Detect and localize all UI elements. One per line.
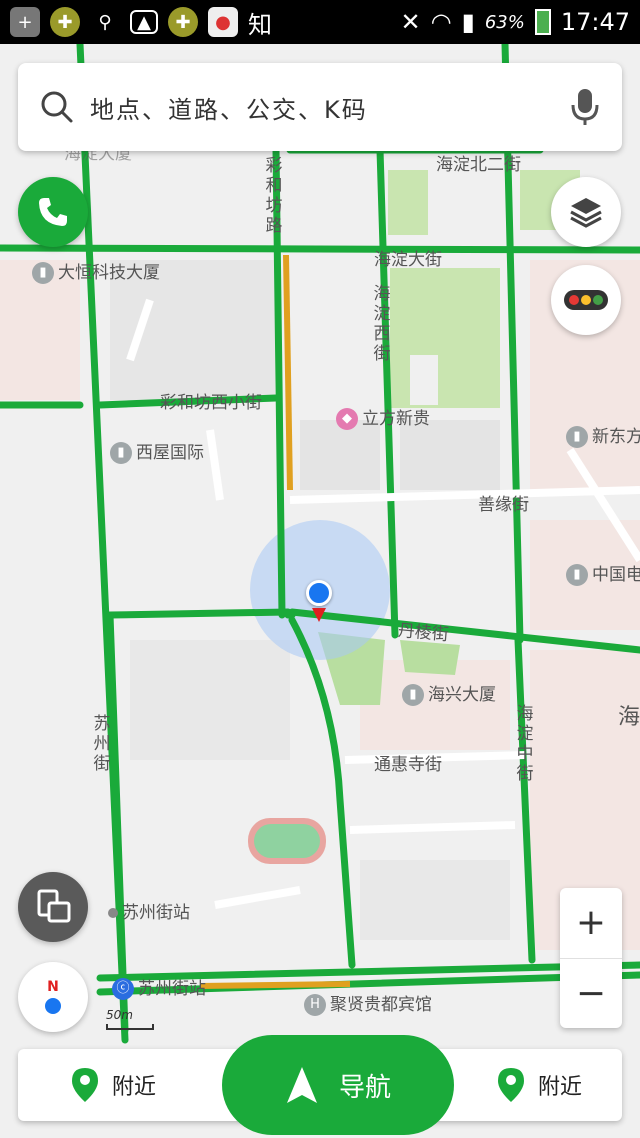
poi-label[interactable]: ◆ 立方新贵	[336, 404, 430, 430]
switch-view-button[interactable]	[18, 872, 88, 942]
mute-icon: ✕	[400, 8, 421, 36]
street-label: 海淀西街	[373, 284, 391, 364]
bottom-bar: 附近 导航 附近	[18, 1035, 622, 1135]
subway-label[interactable]: ⓒ 苏州街站	[112, 974, 206, 1000]
location-pin-icon	[498, 1068, 524, 1102]
clock: 17:47	[560, 8, 630, 36]
battery-percent: 63%	[484, 11, 525, 33]
street-label: 彩和坊西小街	[160, 393, 262, 413]
poi-name: 海兴大厦	[428, 685, 496, 705]
status-bar: + ✚ ⚲ ▲ ✚ ● 知 ✕ ◠ ▮ 63% 17:47	[0, 0, 640, 44]
compass-button[interactable]: N	[18, 962, 88, 1032]
street-label: 海淀中街	[516, 704, 534, 784]
navigation-arrow-icon	[286, 1067, 317, 1103]
phone-button[interactable]	[18, 177, 88, 247]
signal-icon: ▮	[461, 8, 475, 36]
baidu-map-icon: ●	[208, 7, 238, 37]
phone-icon	[39, 198, 67, 226]
poi-name: 新东方	[592, 427, 640, 447]
building-icon: ▮	[32, 262, 54, 284]
building-icon: ▮	[566, 564, 588, 586]
street-label: 丹棱街	[397, 620, 450, 646]
heading-arrow-icon	[312, 608, 326, 622]
poi-label[interactable]: ▮ 大恒科技大厦	[32, 258, 160, 284]
subway-icon: ⓒ	[112, 978, 134, 1000]
scale-label: 50m	[106, 1008, 133, 1022]
poi-name: 苏州街站	[138, 979, 206, 999]
hotel-icon: H	[304, 994, 326, 1016]
poi-label[interactable]: 苏州街站	[108, 898, 190, 923]
search-placeholder: 地点、道路、公交、K码	[90, 95, 368, 124]
switch-view-icon	[37, 889, 71, 923]
clover-icon: ✚	[50, 7, 80, 37]
building-icon: ▮	[566, 426, 588, 448]
usb-icon: ⚲	[98, 11, 112, 33]
poi-name: 大恒科技大厦	[58, 263, 160, 283]
poi-name: 立方新贵	[362, 409, 430, 429]
street-label: 通惠寺街	[374, 755, 442, 775]
nearby-label: 附近	[538, 1075, 583, 1100]
nearby-button-right[interactable]: 附近	[496, 1049, 582, 1121]
street-label: 海淀北二街	[436, 155, 521, 175]
poi-name: 中国电	[592, 565, 640, 585]
plus-box-icon: +	[10, 7, 40, 37]
compass-icon: N	[45, 980, 61, 1014]
street-label: 苏州街	[93, 714, 111, 774]
zoom-control: + −	[560, 888, 622, 1028]
area-label: 海	[618, 705, 640, 730]
current-location-marker	[306, 580, 332, 606]
poi-name: 苏州街站	[122, 903, 190, 923]
location-pin-icon	[72, 1068, 98, 1102]
traffic-light-icon	[564, 290, 608, 310]
map-canvas[interactable]: ▮ 大恒科技大厦 彩和坊西小街 ▮ 西屋国际 ◆ 立方新贵 ▮ 新东方 ▮ 中国电 善缘街…	[0, 44, 640, 1138]
search-icon	[41, 91, 73, 123]
poi-label[interactable]: ▮ 中国电	[566, 560, 640, 586]
poi-label[interactable]: ▮ 新东方	[566, 422, 640, 448]
battery-icon	[534, 9, 551, 35]
street-label: 海淀大街	[374, 250, 442, 270]
zoom-in-button[interactable]: +	[560, 888, 622, 959]
navigate-button[interactable]: 导航	[222, 1035, 454, 1135]
layers-icon	[570, 198, 602, 228]
zoom-out-button[interactable]: −	[560, 959, 622, 1029]
nearby-label: 附近	[112, 1075, 157, 1100]
poi-label[interactable]: ▮ 海兴大厦	[402, 680, 496, 706]
poi-name: 西屋国际	[136, 443, 204, 463]
zhihu-app-label: 知	[248, 10, 272, 39]
poi-name: 聚贤贵都宾馆	[330, 995, 432, 1015]
building-icon: ▮	[402, 684, 424, 706]
wifi-icon: ◠	[430, 8, 452, 36]
nearby-button-left[interactable]: 附近	[70, 1049, 156, 1121]
microphone-icon[interactable]	[570, 87, 600, 127]
building-icon: ▮	[110, 442, 132, 464]
traffic-button[interactable]	[551, 265, 621, 335]
image-icon: ▲	[130, 10, 158, 34]
scale-bar	[106, 1024, 154, 1030]
navigate-label: 导航	[338, 1072, 391, 1103]
search-bar[interactable]: 地点、道路、公交、K码	[18, 63, 622, 151]
shopping-icon: ◆	[336, 408, 358, 430]
street-label: 善缘街	[478, 495, 529, 515]
layers-button[interactable]	[551, 177, 621, 247]
poi-label[interactable]: ▮ 西屋国际	[110, 438, 204, 464]
clover-icon: ✚	[168, 7, 198, 37]
street-label: 彩和坊路	[265, 156, 283, 236]
poi-label[interactable]: H 聚贤贵都宾馆	[304, 990, 432, 1016]
compass-north: N	[47, 979, 59, 995]
bus-stop-dot	[108, 908, 118, 918]
